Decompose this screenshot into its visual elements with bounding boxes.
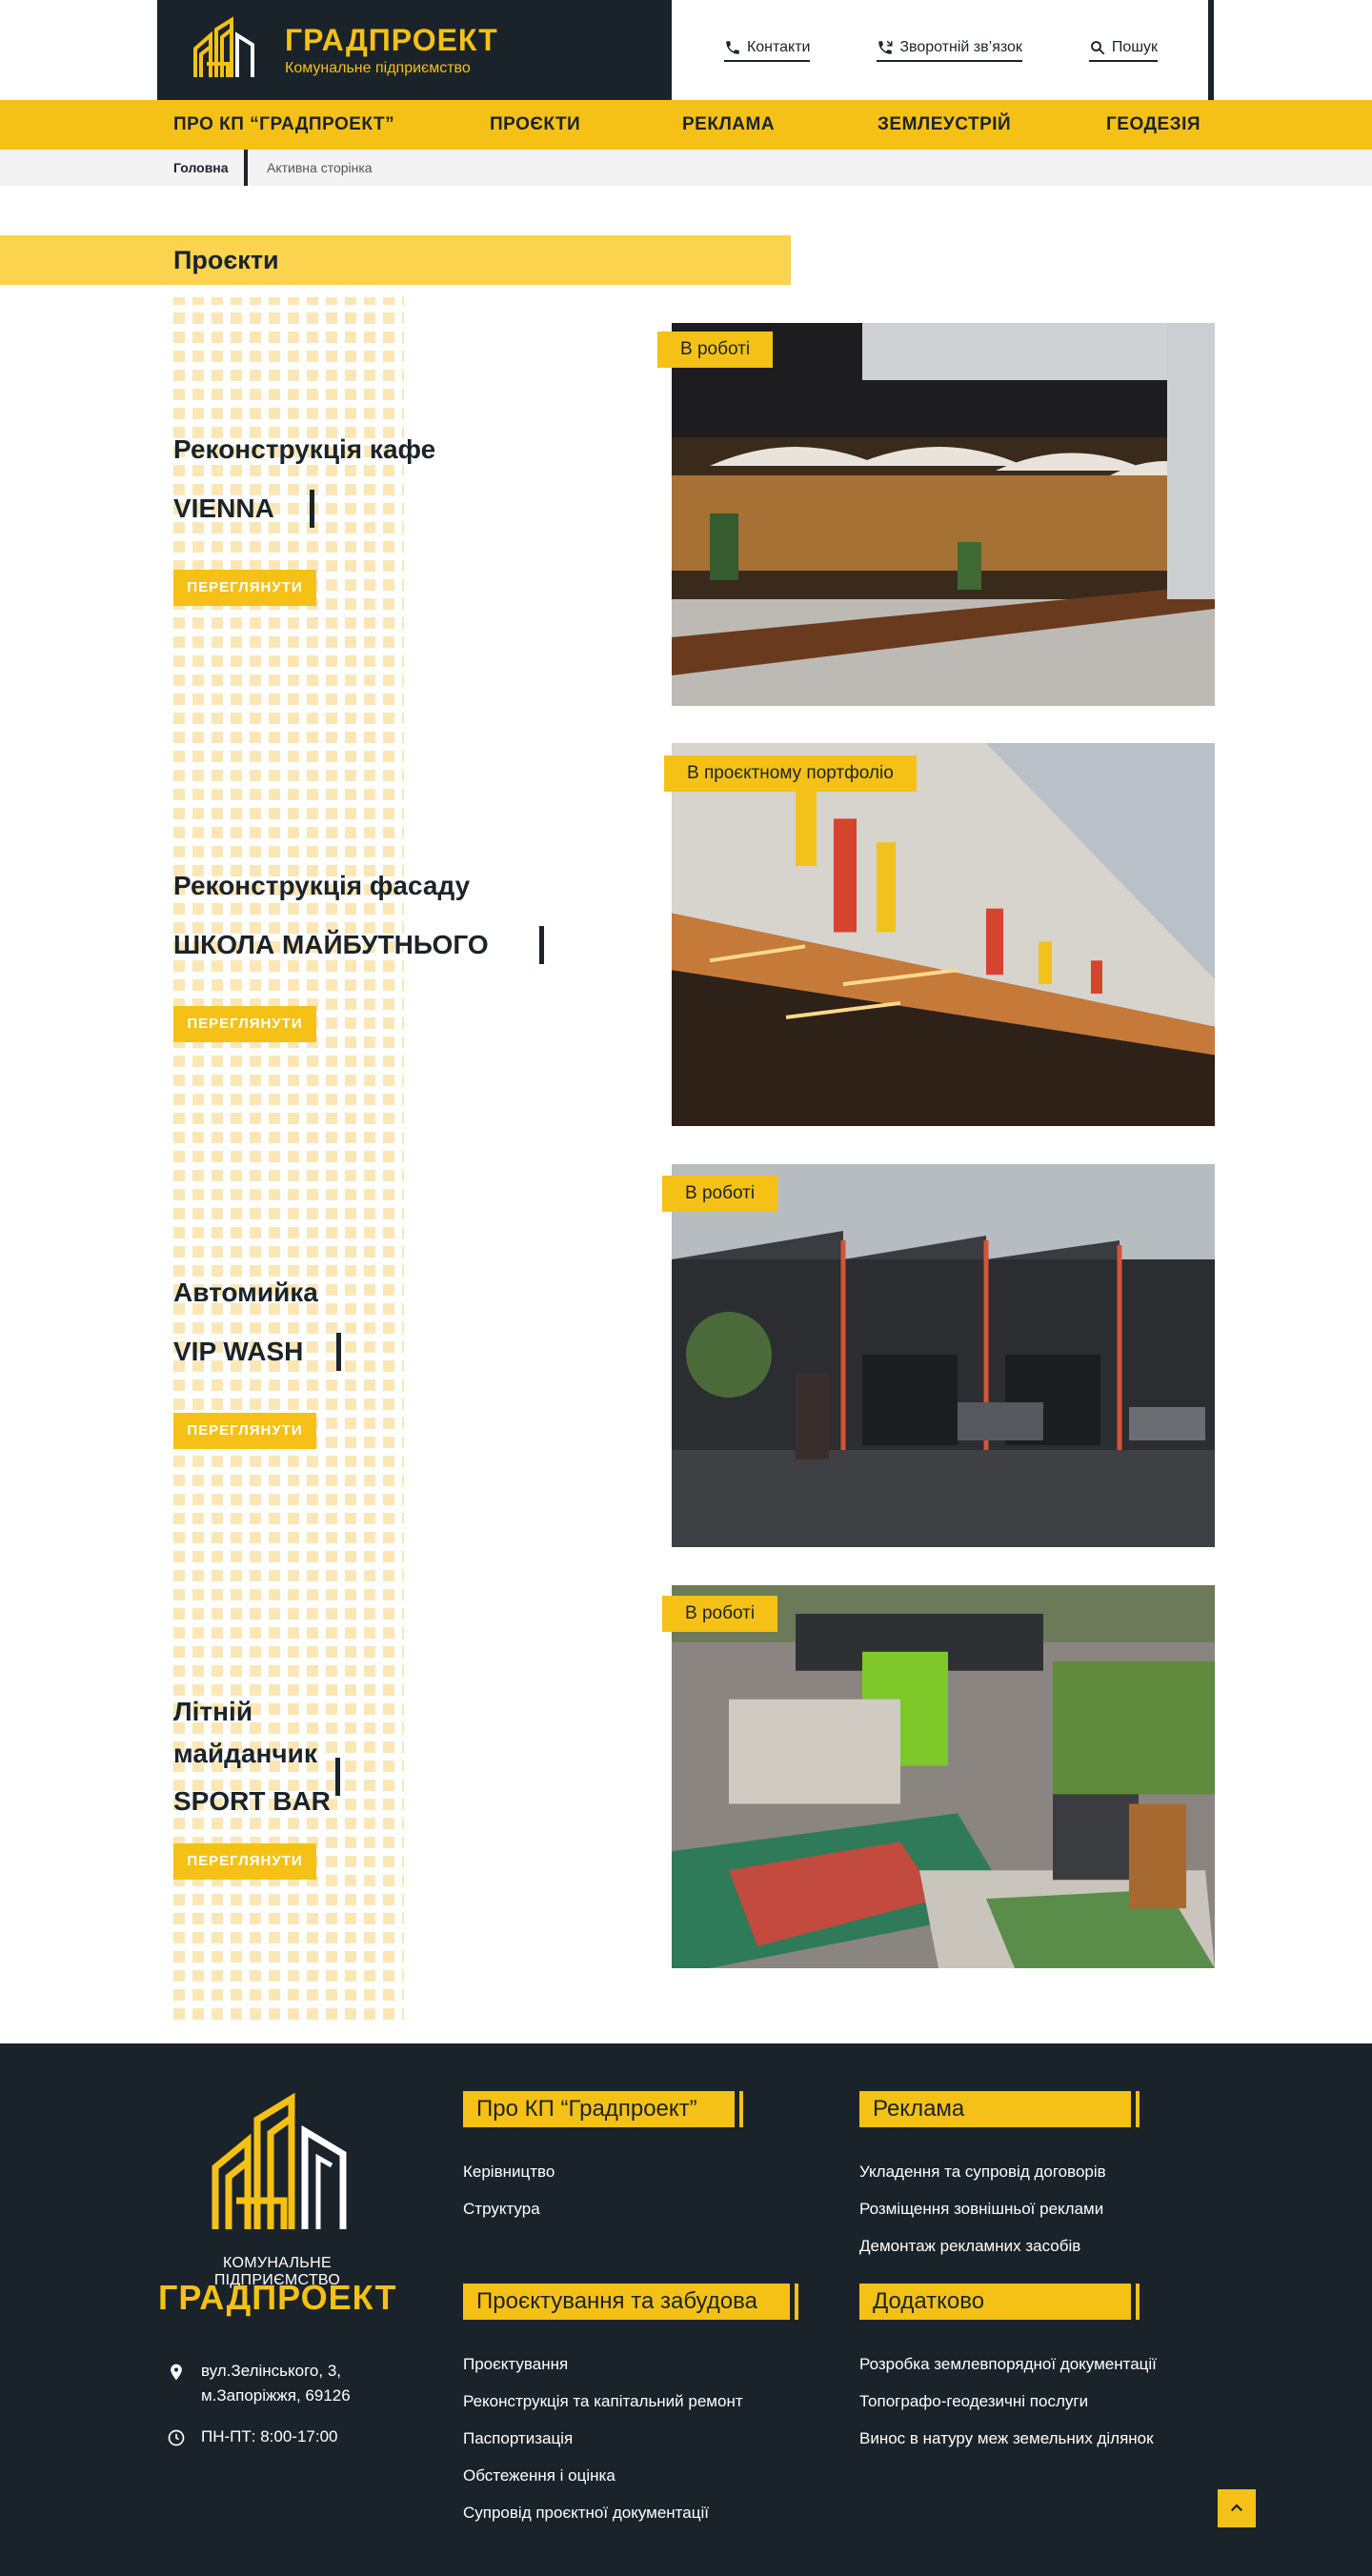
view-button[interactable]: ПЕРЕГЛЯНУТИ (173, 1413, 316, 1449)
project-photo-vipwash[interactable] (672, 1164, 1215, 1547)
footer-link[interactable]: Розробка землевпорядної документації (859, 2345, 1157, 2383)
view-button[interactable]: ПЕРЕГЛЯНУТИ (173, 1843, 316, 1880)
project-photo-school[interactable] (672, 743, 1215, 1126)
project-name-marker (539, 926, 544, 964)
project-title-line2: майданчик (173, 1739, 317, 1768)
breadcrumb-home[interactable]: Головна (173, 150, 229, 186)
header: ГРАДПРОЕКТ Комунальне підприємство Конта… (0, 0, 1372, 100)
status-badge: В проєктному портфоліо (664, 755, 917, 792)
address-line2: м.Запоріжжя, 69126 (201, 2386, 351, 2405)
scroll-to-top-button[interactable] (1218, 2489, 1256, 2527)
project-name-marker (336, 1333, 341, 1371)
search-link[interactable]: Пошук (1088, 38, 1159, 62)
chevron-up-icon (1230, 2504, 1243, 2512)
footer-heading-design-label: Проєктування та забудова (476, 2288, 757, 2314)
breadcrumb-separator (244, 150, 248, 186)
section-title-bar: Проєкти (0, 235, 791, 285)
footer-link[interactable]: Демонтаж рекламних засобів (859, 2227, 1106, 2264)
cafe-photo (672, 323, 1215, 706)
utility-links: Контакти Зворотній зв’язок Пошук (672, 0, 1210, 100)
footer-link[interactable]: Керівництво (463, 2153, 555, 2190)
footer: КОМУНАЛЬНЕ ПІДПРИЄМСТВО ГРАДПРОЕКТ вул.З… (0, 2043, 1372, 2576)
status-badge: В роботі (662, 1596, 778, 1632)
footer-links-extra: Розробка землевпорядної документації Топ… (859, 2345, 1157, 2457)
nav-item-land[interactable]: ЗЕМЛЕУСТРІЙ (878, 100, 1011, 150)
footer-heading-design: Проєктування та забудова (463, 2284, 798, 2320)
facade-photo (672, 743, 1215, 1126)
project-title-line1: Літній (173, 1697, 253, 1726)
location-pin-icon (171, 2364, 182, 2381)
sportbar-photo (672, 1585, 1215, 1968)
footer-address: вул.Зелінського, 3, м.Запоріжжя, 69126 (167, 2359, 351, 2408)
page-title: Проєкти (173, 246, 279, 274)
footer-heading-ads: Реклама (859, 2091, 1140, 2127)
footer-heading-extra: Додатково (859, 2284, 1140, 2320)
nav-item-projects[interactable]: ПРОЄКТИ (490, 100, 580, 150)
main-nav: ПРО КП “ГРАДПРОЕКТ” ПРОЄКТИ РЕКЛАМА ЗЕМЛ… (0, 100, 1372, 150)
project-name: ШКОЛА МАЙБУТНЬОГО (173, 930, 489, 959)
project-photo-sportbar[interactable] (672, 1585, 1215, 1968)
brand-subtitle: Комунальне підприємство (285, 60, 471, 76)
footer-logo-icon (212, 2092, 347, 2229)
project-title: Реконструкція фасаду (173, 871, 471, 900)
status-badge: В роботі (662, 1176, 778, 1212)
project-name: VIENNA (173, 493, 274, 523)
project-title: Реконструкція кафе (173, 434, 436, 464)
nav-item-geodesy[interactable]: ГЕОДЕЗІЯ (1106, 100, 1200, 150)
footer-link[interactable]: Обстеження і оцінка (463, 2457, 743, 2494)
footer-link[interactable]: Паспортизація (463, 2420, 743, 2457)
phone-icon (726, 40, 739, 54)
project-name: VIP WASH (173, 1337, 304, 1366)
project-card-school: Реконструкція фасаду ШКОЛА МАЙБУТНЬОГО П… (173, 865, 544, 1042)
project-name-marker (335, 1758, 340, 1796)
project-title: Автомийка (173, 1278, 318, 1307)
hours-text: ПН-ПТ: 8:00-17:00 (201, 2427, 338, 2445)
project-card-vipwash: Автомийка VIP WASH ПЕРЕГЛЯНУТИ (173, 1272, 341, 1449)
project-card-vienna: Реконструкція кафе VIENNA ПЕРЕГЛЯНУТИ (173, 429, 435, 606)
search-icon (1090, 40, 1105, 54)
project-name: SPORT BAR (173, 1786, 331, 1816)
footer-link[interactable]: Проєктування (463, 2345, 743, 2383)
project-card-sportbar: Літній майданчик SPORT BAR ПЕРЕГЛЯНУТИ (173, 1691, 340, 1880)
footer-heading-about: Про КП “Градпроект” (463, 2091, 743, 2127)
callback-label: Зворотній зв’язок (899, 38, 1022, 55)
status-badge: В роботі (657, 332, 774, 368)
footer-heading-ads-label: Реклама (873, 2096, 965, 2122)
footer-links-design: Проєктування Реконструкція та капітальни… (463, 2345, 743, 2531)
footer-link[interactable]: Винос в натуру меж земельних ділянок (859, 2420, 1157, 2457)
footer-link[interactable]: Топографо-геодезичні послуги (859, 2383, 1157, 2420)
clock-icon (168, 2429, 185, 2446)
footer-links-about: Керівництво Структура (463, 2153, 555, 2227)
footer-heading-extra-label: Додатково (873, 2288, 985, 2314)
nav-item-ads[interactable]: РЕКЛАМА (682, 100, 775, 150)
contacts-link[interactable]: Контакти (723, 38, 811, 62)
footer-link[interactable]: Розміщення зовнішньої реклами (859, 2190, 1106, 2227)
project-photo-vienna[interactable] (672, 323, 1215, 706)
view-button[interactable]: ПЕРЕГЛЯНУТИ (173, 570, 316, 606)
breadcrumb: Головна Активна сторінка (0, 150, 1372, 186)
view-button[interactable]: ПЕРЕГЛЯНУТИ (173, 1006, 316, 1042)
footer-link[interactable]: Реконструкція та капітальний ремонт (463, 2383, 743, 2420)
project-name-marker (310, 490, 314, 528)
footer-link[interactable]: Укладення та супровід договорів (859, 2153, 1106, 2190)
footer-heading-about-label: Про КП “Градпроект” (476, 2096, 697, 2122)
footer-hours: ПН-ПТ: 8:00-17:00 (167, 2425, 338, 2449)
header-divider (1208, 0, 1214, 100)
footer-link[interactable]: Структура (463, 2190, 555, 2227)
brand-block[interactable]: ГРАДПРОЕКТ Комунальне підприємство (157, 0, 672, 100)
address-line1: вул.Зелінського, 3, (201, 2362, 342, 2380)
nav-item-about[interactable]: ПРО КП “ГРАДПРОЕКТ” (173, 100, 394, 150)
contacts-label: Контакти (746, 38, 811, 55)
carwash-photo (672, 1164, 1215, 1547)
footer-link[interactable]: Супровід проєктної документації (463, 2494, 743, 2531)
breadcrumb-active: Активна сторінка (267, 160, 373, 175)
footer-links-ads: Укладення та супровід договорів Розміщен… (859, 2153, 1106, 2264)
search-label: Пошук (1111, 38, 1159, 55)
brand-name: ГРАДПРОЕКТ (285, 23, 498, 57)
phone-callback-icon (878, 40, 893, 54)
logo-icon (193, 15, 254, 77)
callback-link[interactable]: Зворотній зв’язок (877, 39, 1022, 62)
footer-brand-name: ГРАДПРОЕКТ (158, 2278, 397, 2317)
